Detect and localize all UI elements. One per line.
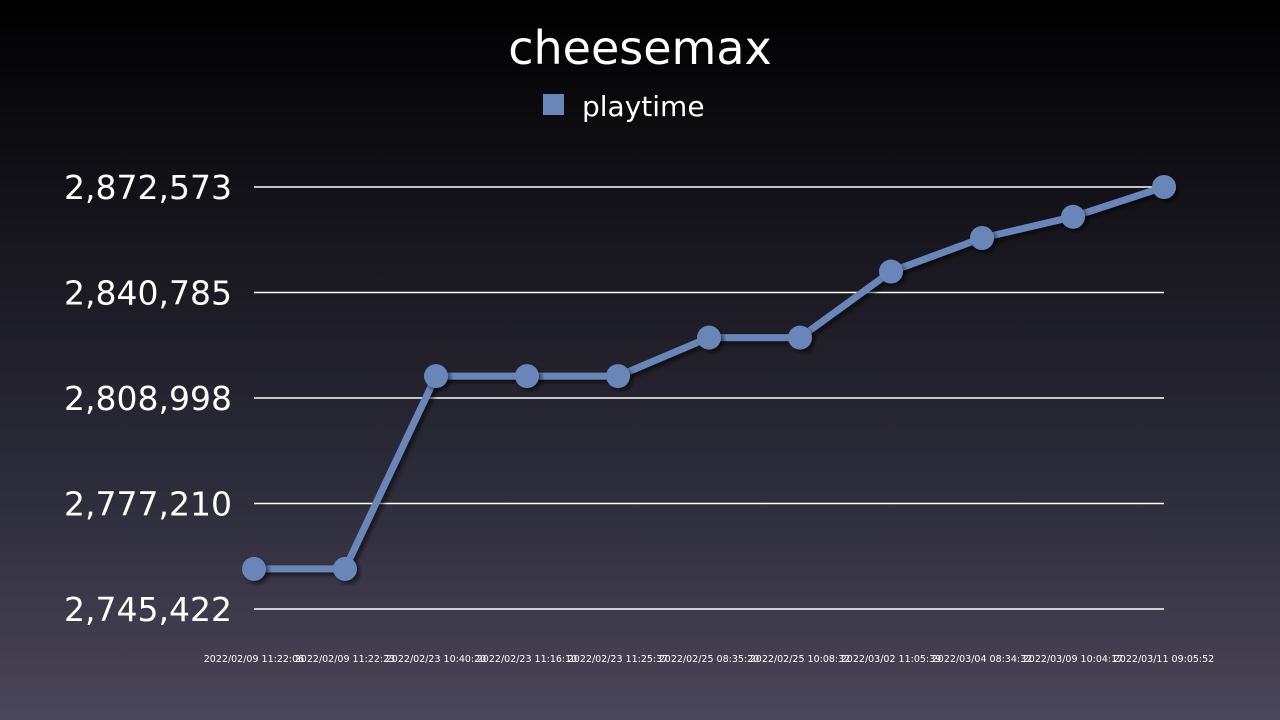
- grid-lines: [254, 186, 1164, 610]
- data-point: [970, 226, 994, 251]
- x-tick-label: 2022/03/11 09:05:52: [1114, 654, 1214, 665]
- data-point: [879, 259, 903, 284]
- x-tick-label: 2022/03/02 11:05:39: [841, 654, 941, 665]
- y-tick-label: 2,840,785: [64, 274, 232, 313]
- x-tick-label: 2022/02/25 10:08:32: [750, 654, 850, 665]
- data-point: [606, 364, 630, 389]
- data-point: [424, 364, 448, 389]
- y-axis-ticks: 2,872,573 2,840,785 2,808,998 2,777,210 2,74…: [64, 168, 232, 629]
- legend-label: playtime: [582, 90, 705, 123]
- y-tick-label: 2,777,210: [64, 485, 232, 524]
- data-point: [515, 364, 539, 389]
- data-point: [242, 556, 266, 581]
- data-point: [1152, 175, 1176, 199]
- y-tick-label: 2,808,998: [64, 379, 232, 418]
- line-chart: cheesemax playtime 2,872,5732,840,7852,8…: [64, 21, 1214, 665]
- data-point: [697, 325, 721, 350]
- x-tick-label: 2022/02/09 11:22:23: [295, 654, 395, 665]
- series-playtime: [242, 175, 1176, 581]
- chart-title: cheesemax: [508, 21, 772, 75]
- x-axis-ticks: 2022/02/09 11:22:062022/02/09 11:22:2320…: [204, 654, 1214, 665]
- x-tick-label: 2022/03/04 08:34:32: [932, 654, 1032, 665]
- x-tick-label: 2022/02/23 11:25:37: [568, 654, 668, 665]
- chart-container: cheesemax playtime 2,872,573 2,840,785 2,8…: [0, 0, 1280, 720]
- x-tick-label: 2022/03/09 10:04:17: [1023, 654, 1123, 665]
- x-tick-label: 2022/02/25 08:35:20: [659, 654, 759, 665]
- series-line: [250, 183, 1168, 573]
- data-point: [1061, 204, 1085, 229]
- y-tick-label: 2,745,422: [64, 590, 232, 629]
- x-tick-label: 2022/02/23 10:40:20: [386, 654, 486, 665]
- legend-swatch: [543, 94, 564, 115]
- y-tick-label: 2,872,573: [64, 168, 232, 207]
- x-tick-label: 2022/02/09 11:22:06: [204, 654, 304, 665]
- data-point: [788, 325, 812, 350]
- data-point: [333, 556, 357, 581]
- x-tick-label: 2022/02/23 11:16:10: [477, 654, 577, 665]
- legend: playtime: [543, 90, 705, 123]
